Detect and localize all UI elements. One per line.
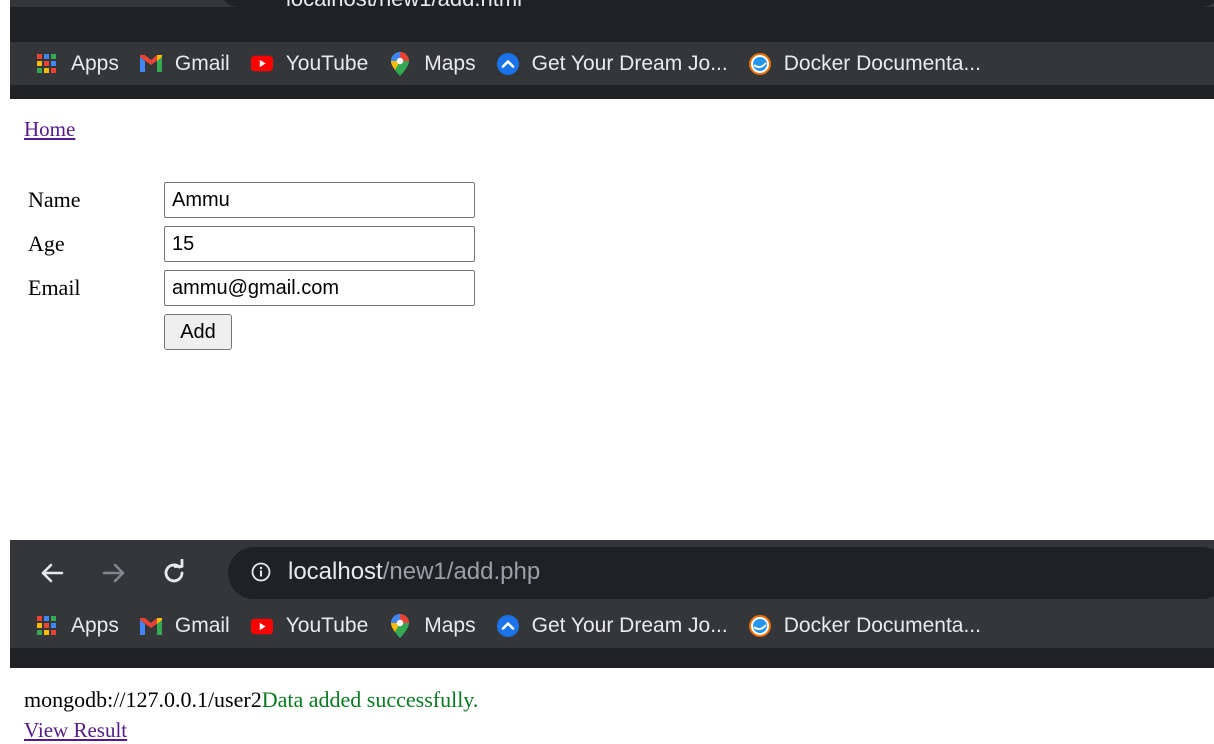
gmail-icon bbox=[139, 615, 162, 637]
add-button[interactable]: Add bbox=[164, 314, 232, 350]
bookmark-maps[interactable]: Maps bbox=[389, 614, 476, 638]
docker-icon bbox=[748, 615, 771, 637]
bookmark-apps[interactable]: Apps bbox=[36, 52, 119, 76]
connection-string: mongodb://127.0.0.1/user2 bbox=[24, 687, 262, 712]
bookmark-label: Gmail bbox=[174, 614, 230, 637]
apps-grid-icon bbox=[36, 53, 58, 75]
address-bar[interactable]: localhost/new1/add.php bbox=[228, 547, 1214, 599]
bookmark-label: Apps bbox=[71, 614, 119, 637]
bookmark-label: Gmail bbox=[174, 51, 230, 75]
address-bar-cut-text: localhost/new1/add.html bbox=[286, 0, 522, 12]
bookmark-dream-job[interactable]: Get Your Dream Jo... bbox=[496, 614, 728, 638]
browser-chrome-top: localhost/new1/add.html Apps bbox=[10, 0, 1214, 99]
docker-icon bbox=[748, 52, 771, 75]
url-host: localhost bbox=[288, 558, 383, 585]
maps-icon bbox=[389, 51, 411, 76]
address-bar-url: localhost/new1/add.php bbox=[288, 558, 540, 586]
bookmark-youtube[interactable]: YouTube bbox=[250, 51, 369, 76]
name-row: Name bbox=[28, 182, 475, 218]
bookmark-docker[interactable]: Docker Documenta... bbox=[748, 614, 981, 638]
bookmark-label: Maps bbox=[424, 51, 476, 75]
bookmark-label: Maps bbox=[424, 614, 476, 637]
name-label: Name bbox=[28, 187, 81, 212]
bookmark-label: Docker Documenta... bbox=[783, 614, 981, 637]
bookmark-apps[interactable]: Apps bbox=[36, 614, 119, 638]
bookmark-label: Get Your Dream Jo... bbox=[531, 51, 728, 75]
bookmark-label: YouTube bbox=[285, 614, 369, 637]
browser-chrome-bottom: localhost/new1/add.php Apps Gmail YouTub… bbox=[10, 540, 1214, 668]
chevron-up-circle-icon bbox=[496, 52, 519, 75]
result-page: mongodb://127.0.0.1/user2Data added succ… bbox=[10, 668, 1214, 744]
age-label: Age bbox=[28, 231, 65, 256]
youtube-icon bbox=[250, 53, 273, 75]
home-link[interactable]: Home bbox=[24, 117, 75, 142]
url-path: /new1/add.php bbox=[382, 558, 541, 585]
chevron-up-circle-icon bbox=[496, 615, 519, 637]
bookmark-gmail[interactable]: Gmail bbox=[139, 614, 230, 638]
info-icon[interactable] bbox=[251, 562, 271, 587]
maps-icon bbox=[389, 614, 411, 638]
result-message: mongodb://127.0.0.1/user2Data added succ… bbox=[24, 687, 478, 713]
bookmark-dream-job[interactable]: Get Your Dream Jo... bbox=[496, 51, 728, 76]
bookmark-docker[interactable]: Docker Documenta... bbox=[748, 51, 981, 76]
bookmarks-bar: Apps Gmail YouTube Maps Get Your Dream J… bbox=[10, 42, 1214, 85]
back-icon[interactable] bbox=[38, 559, 66, 587]
youtube-icon bbox=[250, 615, 273, 637]
gmail-icon bbox=[139, 53, 162, 75]
age-input[interactable] bbox=[164, 226, 475, 262]
bookmark-gmail[interactable]: Gmail bbox=[139, 51, 230, 76]
bookmark-youtube[interactable]: YouTube bbox=[250, 614, 369, 638]
email-label: Email bbox=[28, 275, 81, 300]
bookmark-label: YouTube bbox=[285, 51, 369, 75]
forward-icon[interactable] bbox=[100, 559, 128, 587]
email-input[interactable] bbox=[164, 270, 475, 306]
bookmark-maps[interactable]: Maps bbox=[389, 51, 476, 76]
name-input[interactable] bbox=[164, 182, 475, 218]
view-result-link[interactable]: View Result bbox=[24, 718, 127, 743]
browser-toolbar: localhost/new1/add.php bbox=[10, 540, 1214, 604]
email-row: Email bbox=[28, 270, 475, 306]
bookmark-label: Docker Documenta... bbox=[783, 51, 981, 75]
form-page: Home Name Age Email Add bbox=[10, 99, 1214, 540]
bookmark-label: Get Your Dream Jo... bbox=[531, 614, 728, 637]
age-row: Age bbox=[28, 226, 475, 262]
bookmark-label: Apps bbox=[71, 51, 119, 75]
apps-grid-icon bbox=[36, 615, 58, 637]
address-bar-strip: localhost/new1/add.html bbox=[10, 0, 1214, 11]
success-message: Data added successfully. bbox=[261, 687, 479, 712]
bookmarks-bar: Apps Gmail YouTube Maps Get Your Dream J… bbox=[10, 604, 1214, 648]
reload-icon[interactable] bbox=[160, 558, 188, 587]
